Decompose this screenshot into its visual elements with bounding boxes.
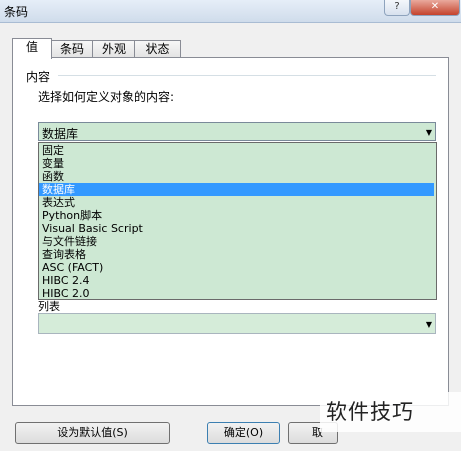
tab-appearance[interactable]: 外观 <box>92 40 136 58</box>
option-function[interactable]: 函数 <box>39 170 436 183</box>
secondary-combo[interactable]: ▼ <box>38 313 436 334</box>
tab-value[interactable]: 值 <box>12 38 52 59</box>
content-source-dropdown[interactable]: 固定 变量 函数 数据库 表达式 Python脚本 Visual Basic S… <box>38 142 437 300</box>
close-button[interactable]: ✕ <box>410 0 460 16</box>
tab-barcode[interactable]: 条码 <box>50 40 94 58</box>
option-hibc-20[interactable]: HIBC 2.0 <box>39 287 436 300</box>
option-variable[interactable]: 变量 <box>39 157 436 170</box>
option-hibc-24[interactable]: HIBC 2.4 <box>39 274 436 287</box>
option-database[interactable]: 数据库 <box>39 183 434 196</box>
secondary-label: 列表 <box>38 300 60 313</box>
option-file-link[interactable]: 与文件链接 <box>39 235 436 248</box>
chevron-down-icon[interactable]: ▼ <box>426 128 432 137</box>
option-vb-script[interactable]: Visual Basic Script <box>39 222 436 235</box>
option-fixed[interactable]: 固定 <box>39 144 436 157</box>
title-bar: 条码 ? ✕ <box>0 0 461 23</box>
tab-status[interactable]: 状态 <box>134 40 181 58</box>
combo-selected-value: 数据库 <box>42 127 79 141</box>
content-group-label: 内容 <box>26 70 51 84</box>
option-lookup-table[interactable]: 查询表格 <box>39 248 436 261</box>
option-python-script[interactable]: Python脚本 <box>39 209 436 222</box>
option-expression[interactable]: 表达式 <box>39 196 436 209</box>
content-prompt: 选择如何定义对象的内容: <box>38 90 175 104</box>
set-default-button[interactable]: 设为默认值(S) <box>15 422 170 444</box>
chevron-down-icon[interactable]: ▼ <box>426 320 432 329</box>
content-source-combo[interactable]: 数据库 ▼ <box>38 122 436 141</box>
help-button[interactable]: ? <box>384 0 410 16</box>
watermark-text: 软件技巧 <box>320 392 461 432</box>
window-title: 条码 <box>4 5 29 19</box>
option-asc-fact[interactable]: ASC (FACT) <box>39 261 436 274</box>
ok-button[interactable]: 确定(O) <box>207 422 280 444</box>
group-divider <box>58 75 436 76</box>
